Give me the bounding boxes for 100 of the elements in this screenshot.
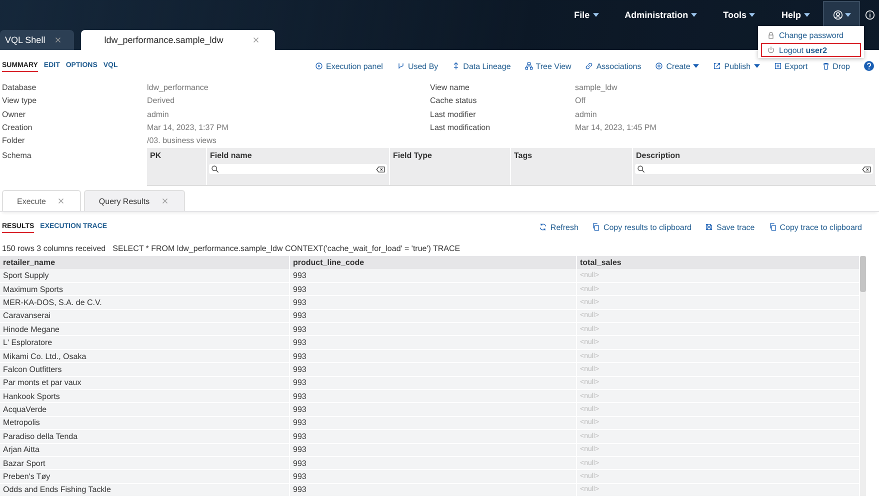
copy-icon [768,223,777,232]
refresh-icon [539,223,548,232]
close-icon[interactable] [55,37,62,43]
lock-icon [767,31,775,39]
help-icon[interactable] [864,61,874,71]
query-text: SELECT * FROM ldw_performance.sample_ldw CONTEXT('cache_wait_for_load' = 'true') TRACE [112,244,460,254]
search-icon [211,165,219,174]
column-header: PK [149,151,162,160]
panel-tab[interactable]: Execute [2,190,81,212]
column-header: Description [635,151,682,160]
field-label: Owner [2,110,27,119]
tree-icon [524,62,533,70]
column-header: product_line_code [290,256,577,270]
external-link-icon [713,62,722,70]
table-cell: Hankook Sports [0,390,290,404]
tab-label: ldw_performance.sample_ldw [104,35,224,45]
menu-button[interactable]: Tools [710,10,768,20]
field-value: admin [147,110,170,119]
action-button[interactable]: Data Lineage [452,62,511,70]
table-cell: 993 [290,430,577,444]
field-value: /03. business views [147,136,218,146]
plus-icon [655,62,664,70]
table-cell: 993 [290,470,577,484]
clear-icon[interactable] [376,166,385,173]
column-header: total_sales [577,256,860,270]
table-cell: 993 [290,310,577,324]
table-cell: 993 [290,444,577,457]
caret-icon [749,12,756,17]
table-cell: Caravanserai [0,310,290,324]
table-cell: Odds and Ends Fishing Tackle [0,484,290,498]
field-value: admin [575,110,598,119]
document-tab[interactable]: ldw_performance.sample_ldw [81,30,276,50]
action-button[interactable]: Save trace [705,222,755,232]
table-cell: Falcon Outfitters [0,363,290,377]
table-cell: Mikami Co. Ltd., Osaka [0,350,290,364]
table-cell: Sport Supply [0,269,290,283]
field-label: Database [2,83,38,92]
field-label: Cache status [430,96,478,106]
field-label: Schema [1,150,32,162]
column-header: Field name [209,151,253,160]
clear-icon[interactable] [862,166,871,173]
table-cell: Metropolis [0,416,290,430]
table-cell: Hinode Megane [0,323,290,336]
action-button[interactable]: Create [655,62,700,70]
caret-icon [693,64,700,68]
filter-field[interactable] [635,164,873,174]
panel-tab[interactable]: Query Results [84,190,185,212]
field-value: ldw_performance [147,83,210,92]
table-cell: 993 [290,390,577,404]
link-icon [585,62,594,70]
menu-item-label: Change password [779,30,844,40]
close-icon[interactable] [58,198,64,204]
action-button[interactable]: Export [774,62,808,70]
close-icon[interactable] [162,198,168,204]
caret-icon [804,12,810,17]
table-cell: 993 [290,416,577,430]
menu-item[interactable]: Change password [761,28,861,42]
scrollbar[interactable] [860,256,866,496]
action-button[interactable]: Execution panel [315,62,383,70]
table-cell: AcquaVerde [0,403,290,417]
table-cell: 993 [290,376,577,390]
filter-field[interactable] [209,164,387,174]
menu-button[interactable]: Administration [612,10,710,20]
table-cell: Preben's Tøy [0,470,290,484]
column-header: retailer_name [0,256,290,270]
action-button[interactable]: Drop [822,62,850,70]
table-cell: L' Esploratore [0,336,290,350]
user-icon [832,10,842,20]
field-value: Mar 14, 2023, 1:45 PM [575,123,658,132]
action-button[interactable]: Tree View [524,62,572,70]
power-icon [767,46,775,54]
action-button[interactable]: Copy trace to clipboard [768,222,862,232]
menu-item[interactable]: Logout user2 [761,43,861,57]
field-label: Last modification [430,123,492,132]
field-label: Creation [2,123,34,132]
close-icon[interactable] [253,37,260,43]
action-button[interactable]: Used By [396,62,438,70]
document-tab[interactable]: VQL Shell [0,30,74,50]
field-label: Last modifier [430,110,477,119]
action-button[interactable]: Refresh [539,222,578,232]
info-icon[interactable] [865,10,875,20]
table-cell: 993 [290,403,577,417]
menu-button[interactable]: Help [768,10,823,20]
tab-label: Execute [17,196,46,206]
action-button[interactable]: Associations [585,62,642,70]
action-button[interactable]: Publish [713,62,760,70]
save-icon [705,223,714,232]
column-header: Tags [513,151,534,160]
arrow-icon [452,62,460,70]
table-cell: Bazar Sport [0,456,290,470]
menu-button[interactable]: File [561,10,612,20]
action-button[interactable]: Copy results to clipboard [592,222,692,232]
field-label: View type [2,96,38,106]
table-cell: 993 [290,296,577,310]
scroll-thumb[interactable] [860,256,866,292]
user-button[interactable] [823,0,860,29]
trash-icon [822,62,830,70]
field-value: Derived [147,96,176,106]
caret-icon [754,64,760,68]
table-cell: Arjan Aitta [0,444,290,457]
